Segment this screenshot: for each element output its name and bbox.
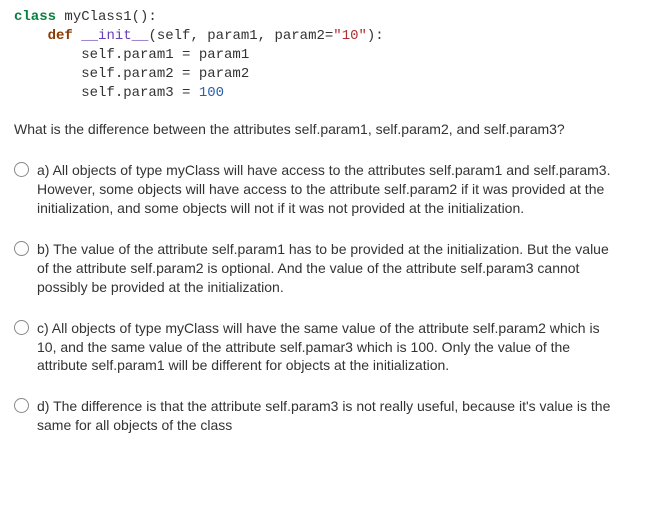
option-a[interactable]: a) All objects of type myClass will have… xyxy=(14,161,655,218)
code-text: (self, param1, param2= xyxy=(148,28,333,44)
option-d[interactable]: d) The difference is that the attribute … xyxy=(14,397,655,435)
radio-icon[interactable] xyxy=(14,398,29,413)
code-text: ): xyxy=(367,28,384,44)
keyword-def: def xyxy=(48,28,73,44)
option-c-text: c) All objects of type myClass will have… xyxy=(37,319,615,376)
option-a-text: a) All objects of type myClass will have… xyxy=(37,161,615,218)
option-d-text: d) The difference is that the attribute … xyxy=(37,397,615,435)
code-text: self.param3 = xyxy=(14,85,199,101)
option-b[interactable]: b) The value of the attribute self.param… xyxy=(14,240,655,297)
code-block: class myClass1(): def __init__(self, par… xyxy=(14,8,655,102)
option-b-text: b) The value of the attribute self.param… xyxy=(37,240,615,297)
code-text: myClass1(): xyxy=(56,9,157,25)
code-text: self.param2 = param2 xyxy=(14,66,249,82)
keyword-init: __init__ xyxy=(81,28,148,44)
option-c[interactable]: c) All objects of type myClass will have… xyxy=(14,319,655,376)
question-text: What is the difference between the attri… xyxy=(14,120,655,139)
string-literal: "10" xyxy=(333,28,367,44)
radio-icon[interactable] xyxy=(14,162,29,177)
number-literal: 100 xyxy=(199,85,224,101)
radio-icon[interactable] xyxy=(14,320,29,335)
keyword-class: class xyxy=(14,9,56,25)
radio-icon[interactable] xyxy=(14,241,29,256)
code-text: self.param1 = param1 xyxy=(14,47,249,63)
